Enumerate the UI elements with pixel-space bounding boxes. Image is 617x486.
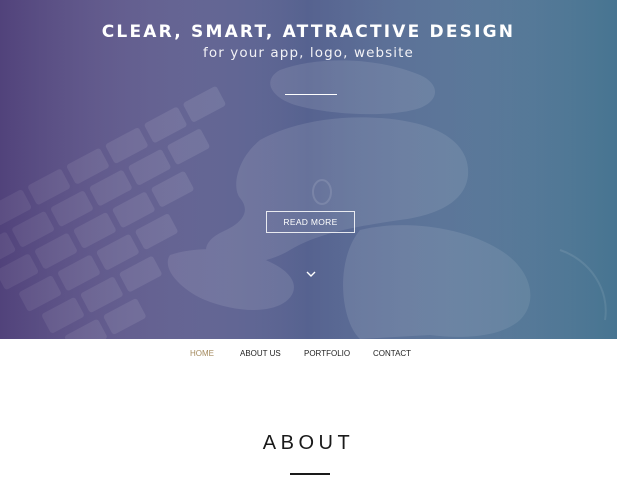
hero-divider bbox=[285, 94, 337, 95]
nav-item-contact[interactable]: CONTACT bbox=[373, 349, 411, 358]
nav-item-portfolio[interactable]: PORTFOLIO bbox=[304, 349, 350, 358]
hero-section: CLEAR, SMART, ATTRACTIVE DESIGN for your… bbox=[0, 0, 617, 339]
about-title: ABOUT bbox=[262, 432, 355, 454]
chevron-down-icon[interactable] bbox=[304, 269, 318, 279]
nav-item-about-us[interactable]: ABOUT US bbox=[240, 349, 281, 358]
read-more-button[interactable]: READ MORE bbox=[266, 211, 355, 233]
hero-title: CLEAR, SMART, ATTRACTIVE DESIGN bbox=[101, 22, 516, 42]
about-divider bbox=[290, 473, 330, 475]
nav-item-home[interactable]: HOME bbox=[190, 349, 214, 358]
page: CLEAR, SMART, ATTRACTIVE DESIGN for your… bbox=[0, 0, 617, 486]
hero-subtitle: for your app, logo, website bbox=[203, 45, 414, 61]
main-nav: HOME ABOUT US PORTFOLIO CONTACT bbox=[0, 339, 617, 369]
